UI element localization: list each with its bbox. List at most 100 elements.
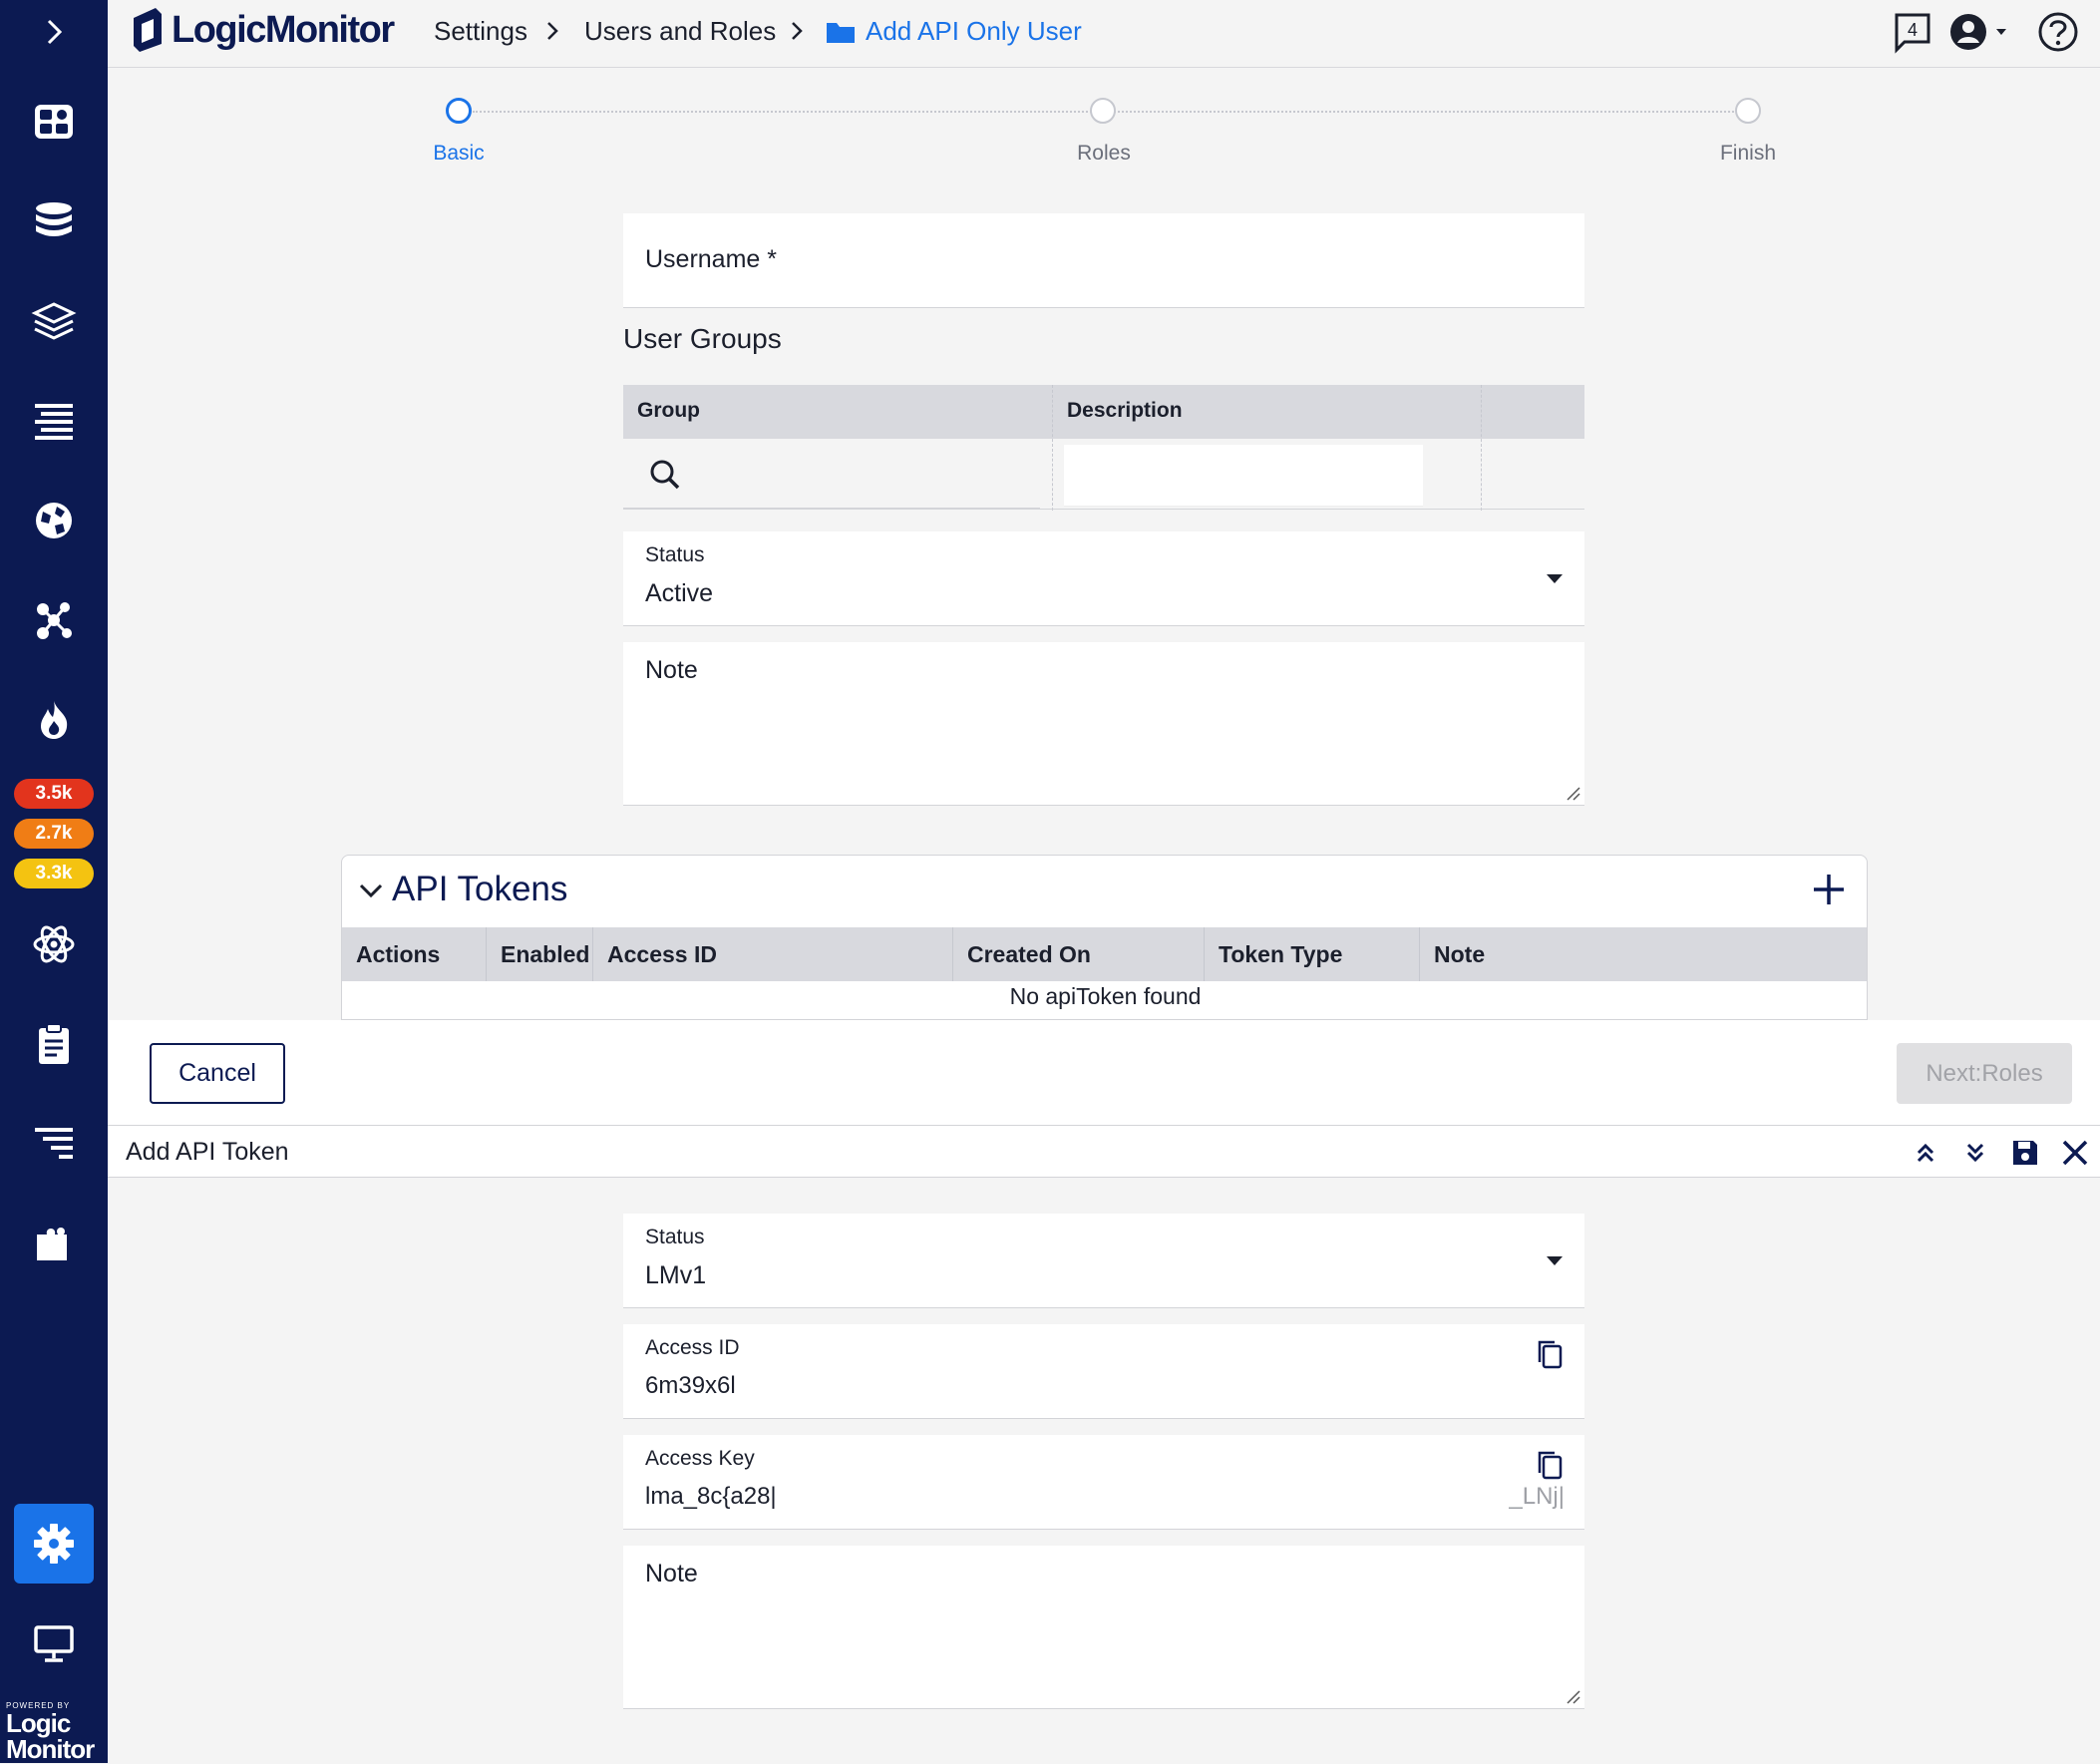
note-label: Note <box>645 656 698 684</box>
note-column-header[interactable]: Note <box>1434 941 1485 968</box>
caret-down-icon <box>1547 1256 1563 1265</box>
column-divider <box>1481 385 1482 511</box>
cancel-button[interactable]: Cancel <box>150 1043 285 1104</box>
status-label: Status <box>645 543 705 566</box>
token-note-label: Note <box>645 1560 698 1588</box>
chevron-right-icon <box>547 22 558 40</box>
access-key-label: Access Key <box>645 1447 755 1470</box>
powered-by-logo: POWERED BY Logic Monitor <box>6 1701 95 1764</box>
description-filter-input[interactable] <box>1064 445 1423 507</box>
step-finish-indicator <box>1735 98 1761 124</box>
sidebar-item-display[interactable] <box>14 1603 94 1683</box>
dashboard-icon <box>35 105 73 139</box>
sidebar-item-logs[interactable] <box>14 381 94 461</box>
sidebar-item-alerts[interactable] <box>14 680 94 760</box>
sidebar-item-resources[interactable] <box>14 181 94 261</box>
access-id-value: 6m39x6l <box>645 1372 736 1399</box>
add-token-icon[interactable] <box>1811 872 1847 907</box>
expand-sidebar-icon[interactable] <box>38 16 70 48</box>
access-id-label: Access ID <box>645 1336 740 1359</box>
next-roles-button[interactable]: Next:Roles <box>1897 1043 2072 1104</box>
logo-mark-icon <box>134 8 162 52</box>
user-groups-header: Group Description <box>623 385 1584 439</box>
sidebar-item-exchange[interactable] <box>14 904 94 984</box>
resize-handle-icon[interactable] <box>1565 785 1580 801</box>
copy-icon[interactable] <box>1535 1338 1565 1370</box>
sidebar-item-topology[interactable] <box>14 580 94 660</box>
search-icon <box>650 460 680 490</box>
column-divider <box>486 927 487 981</box>
sidebar-item-reports[interactable] <box>14 1004 94 1084</box>
group-column-header: Group <box>637 399 700 422</box>
sidebar-item-websites[interactable] <box>14 481 94 560</box>
sidebar-item-traces[interactable] <box>14 1104 94 1184</box>
step-basic-label: Basic <box>433 142 485 165</box>
warning-alerts-badge[interactable]: 3.3k <box>14 859 94 888</box>
globe-icon <box>36 503 72 538</box>
token-note-textarea[interactable]: Note <box>623 1546 1584 1709</box>
account-menu-icon[interactable] <box>1948 10 2012 54</box>
breadcrumb-current-label: Add API Only User <box>866 16 1082 46</box>
username-field[interactable]: Username * <box>623 213 1584 308</box>
actions-column-header[interactable]: Actions <box>356 941 440 968</box>
step-roles-indicator <box>1090 98 1116 124</box>
database-icon <box>36 202 72 236</box>
api-tokens-title[interactable]: API Tokens <box>392 870 567 909</box>
status-select[interactable]: Status Active <box>623 531 1584 626</box>
sidebar-item-settings[interactable] <box>14 1504 94 1584</box>
token-status-value: LMv1 <box>645 1261 707 1289</box>
breadcrumb-users-and-roles[interactable]: Users and Roles <box>584 16 776 47</box>
token-status-select[interactable]: Status LMv1 <box>623 1214 1584 1308</box>
notifications-icon[interactable]: 4 <box>1891 10 1934 54</box>
close-icon[interactable] <box>2060 1138 2090 1168</box>
column-divider <box>1052 385 1053 511</box>
sidebar-item-modules[interactable] <box>14 281 94 361</box>
topology-icon <box>37 602 72 639</box>
step-finish-label: Finish <box>1719 142 1777 165</box>
sidebar: 3.5k 2.7k 3.3k POWERED BY Logic Monitor <box>0 0 108 1763</box>
access-id-field[interactable]: Access ID 6m39x6l <box>623 1324 1584 1419</box>
access-id-column-header[interactable]: Access ID <box>607 941 717 968</box>
api-tokens-header: Actions Enabled Access ID Created On Tok… <box>342 927 1867 981</box>
flame-icon <box>41 701 68 739</box>
group-search-input[interactable] <box>623 439 1040 509</box>
access-key-value: lma_8c{a28| <box>645 1483 777 1510</box>
table-bottom-border <box>623 509 1584 510</box>
monitor-icon <box>34 1625 74 1662</box>
token-type-column-header[interactable]: Token Type <box>1219 941 1342 968</box>
created-on-column-header[interactable]: Created On <box>967 941 1091 968</box>
save-icon[interactable] <box>2010 1138 2040 1168</box>
column-divider <box>592 927 593 981</box>
copy-icon[interactable] <box>1535 1449 1565 1481</box>
column-divider <box>1204 927 1205 981</box>
username-label: Username * <box>645 245 777 273</box>
note-textarea[interactable]: Note <box>623 642 1584 806</box>
logicmonitor-logo[interactable]: LogicMonitor <box>126 6 395 54</box>
layers-icon <box>31 302 77 340</box>
breadcrumb-current: Add API Only User <box>826 16 1082 47</box>
breadcrumb-settings[interactable]: Settings <box>434 16 527 47</box>
resize-handle-icon[interactable] <box>1565 1688 1580 1704</box>
column-divider <box>952 927 953 981</box>
description-column-header: Description <box>1067 399 1183 422</box>
clipboard-icon <box>39 1023 69 1064</box>
enabled-column-header[interactable]: Enabled <box>501 941 589 968</box>
caret-down-icon <box>1547 574 1563 583</box>
chevron-down-icon[interactable] <box>358 882 384 899</box>
user-groups-table: Group Description <box>623 385 1584 511</box>
help-icon[interactable] <box>2036 10 2080 54</box>
error-alerts-badge[interactable]: 2.7k <box>14 819 94 849</box>
sidebar-item-dashboards[interactable] <box>14 82 94 162</box>
add-api-token-drawer-header: Add API Token <box>108 1126 2100 1178</box>
sidebar-item-integrations[interactable] <box>14 1204 94 1283</box>
critical-alerts-badge[interactable]: 3.5k <box>14 779 94 809</box>
notifications-count: 4 <box>1908 20 1918 40</box>
atom-icon <box>33 925 75 963</box>
column-divider <box>1419 927 1420 981</box>
drawer-title: Add API Token <box>126 1138 289 1166</box>
chevron-double-down-icon[interactable] <box>1960 1138 1990 1168</box>
access-key-field[interactable]: Access Key lma_8c{a28| _LNj| <box>623 1435 1584 1530</box>
puzzle-icon <box>37 1228 67 1260</box>
access-key-tail: _LNj| <box>1509 1483 1565 1510</box>
chevron-double-up-icon[interactable] <box>1911 1138 1940 1168</box>
